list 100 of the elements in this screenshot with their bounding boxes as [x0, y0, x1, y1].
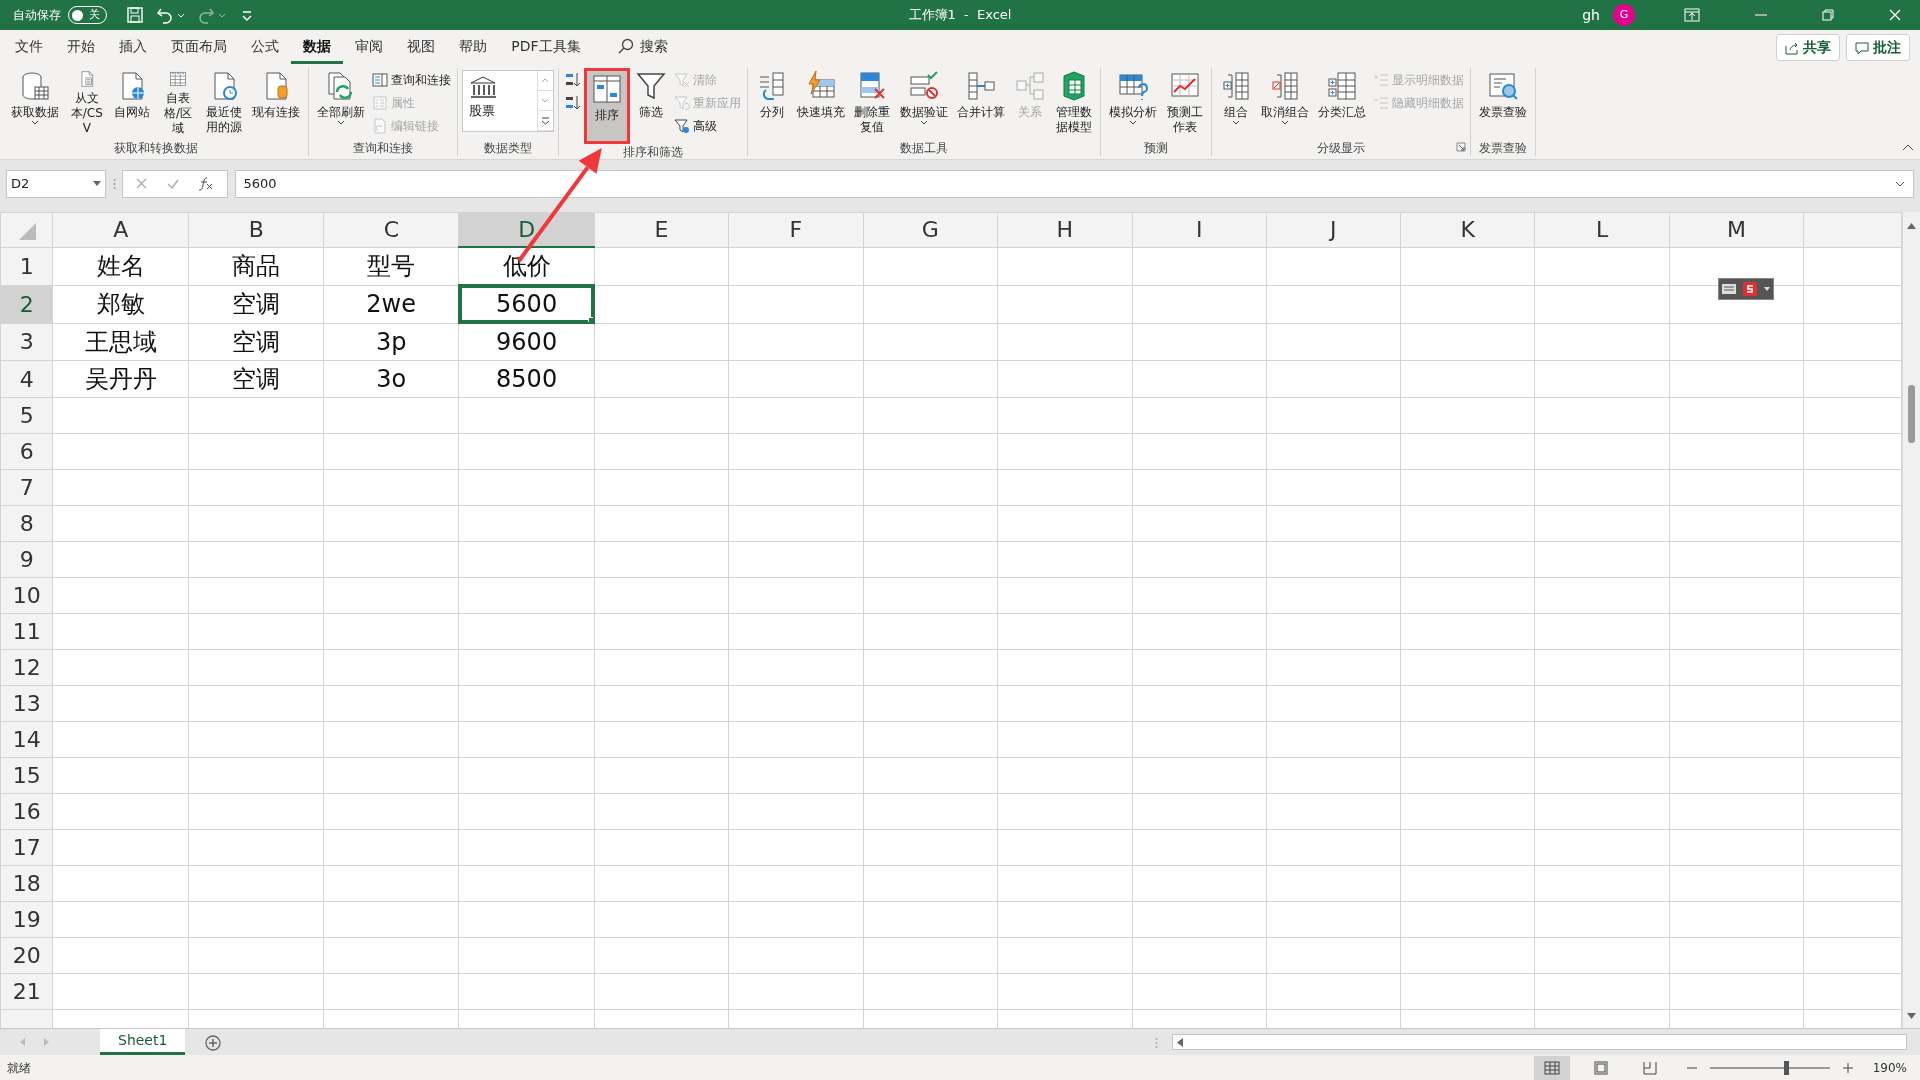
ribbon-button[interactable]: 发票查验 — [1475, 68, 1532, 138]
ribbon-tab[interactable]: 公式 — [239, 31, 292, 64]
column-header[interactable]: C — [323, 212, 459, 247]
column-header[interactable]: J — [1266, 212, 1401, 247]
ribbon-button[interactable]: 快速填充 — [792, 68, 849, 138]
table-cell[interactable]: 9600 — [458, 323, 595, 361]
row-header[interactable]: 14 — [0, 721, 53, 758]
ribbon-button[interactable]: 从文本/CSV — [64, 68, 110, 138]
column-header[interactable]: K — [1400, 212, 1535, 247]
comments-button[interactable]: 批注 — [1846, 34, 1911, 61]
column-header[interactable]: M — [1669, 212, 1804, 247]
row-header[interactable]: 12 — [0, 649, 53, 686]
table-cell[interactable]: 3o — [323, 360, 459, 398]
ribbon-button[interactable]: 自网站 — [110, 68, 155, 138]
ribbon-button[interactable]: 全部刷新 — [312, 68, 369, 138]
table-cell[interactable]: 郑敏 — [53, 285, 189, 323]
horizontal-scrollbar[interactable] — [1172, 1034, 1907, 1050]
ribbon-button[interactable]: 自表格/区域 — [155, 68, 201, 138]
column-header[interactable]: B — [188, 212, 324, 247]
ribbon-button[interactable]: 模拟分析 — [1105, 68, 1162, 138]
column-header[interactable]: L — [1534, 212, 1670, 247]
row-header[interactable]: 7 — [0, 469, 53, 506]
column-header[interactable]: A — [53, 212, 189, 247]
table-cell[interactable]: 空调 — [188, 285, 324, 323]
ribbon-button[interactable]: 数据验证 — [896, 68, 952, 138]
ribbon-tab[interactable]: 页面布局 — [159, 31, 240, 64]
row-header[interactable]: 3 — [0, 323, 53, 361]
ribbon-button[interactable]: 组合 — [1216, 68, 1257, 138]
row-header[interactable]: 20 — [0, 937, 53, 974]
ribbon-tab[interactable]: 文件 — [3, 31, 56, 64]
ribbon-button[interactable]: 删除重复值 — [849, 68, 895, 138]
ribbon-button[interactable]: 管理数据模型 — [1051, 68, 1097, 138]
ribbon-tab[interactable]: 审阅 — [343, 31, 396, 64]
ribbon-tab[interactable]: 开始 — [55, 31, 108, 64]
zoom-slider-thumb[interactable] — [1783, 1060, 1789, 1075]
column-header[interactable]: E — [594, 212, 729, 247]
formula-input[interactable]: 5600 — [234, 169, 1914, 198]
column-header[interactable]: D — [458, 212, 595, 247]
ribbon-button[interactable]: 查询和连接 — [369, 69, 453, 90]
gallery-item[interactable]: 股票 — [468, 101, 495, 121]
avatar[interactable]: G — [1613, 4, 1635, 26]
table-cell[interactable]: 空调 — [188, 360, 324, 398]
panel-icon — [371, 71, 388, 88]
sheet-tab[interactable]: Sheet1 — [100, 1029, 186, 1055]
row-header[interactable]: 4 — [0, 360, 53, 398]
floating-toolbar[interactable] — [1718, 278, 1774, 300]
row-header[interactable]: 6 — [0, 433, 53, 470]
table-cell[interactable]: 空调 — [188, 323, 324, 361]
row-header[interactable]: 18 — [0, 865, 53, 902]
ribbon-button[interactable]: 分类汇总 — [1314, 68, 1371, 138]
row-header[interactable]: 10 — [0, 577, 53, 614]
ribbon-button[interactable]: 取消组合 — [1257, 68, 1314, 138]
row-header[interactable]: 11 — [0, 613, 53, 650]
add-sheet-button[interactable] — [204, 1032, 221, 1052]
column-header[interactable]: I — [1132, 212, 1267, 247]
ribbon-tab[interactable]: 插入 — [107, 31, 160, 64]
ribbon-button[interactable]: 高级 — [671, 115, 743, 136]
scroll-thumb[interactable] — [1908, 384, 1916, 443]
ribbon-button[interactable]: 排序 — [586, 71, 627, 141]
column-header[interactable]: G — [863, 212, 998, 247]
column-header[interactable]: H — [997, 212, 1132, 247]
table-cell[interactable]: 吴丹丹 — [53, 360, 189, 398]
row-header[interactable]: 19 — [0, 901, 53, 938]
row-header[interactable]: 9 — [0, 541, 53, 578]
table-cell[interactable]: 王思域 — [53, 323, 189, 361]
ribbon-tab[interactable]: 帮助 — [447, 31, 500, 64]
table-cell[interactable]: 8500 — [458, 360, 595, 398]
ribbon-button[interactable]: 获取数据 — [7, 68, 64, 138]
ribbon-button[interactable]: 现有连接 — [247, 68, 304, 138]
row-header[interactable]: 17 — [0, 829, 53, 866]
row-header[interactable]: 16 — [0, 793, 53, 830]
row-header[interactable]: 13 — [0, 685, 53, 722]
row-header[interactable]: 21 — [0, 973, 53, 1010]
row-header[interactable]: 1 — [0, 247, 53, 285]
share-button[interactable]: 共享 — [1775, 34, 1840, 61]
ribbon-button[interactable]: 分列 — [751, 68, 792, 138]
column-header[interactable]: F — [728, 212, 864, 247]
table-cell[interactable]: 3p — [323, 323, 459, 361]
ribbon-button[interactable]: 合并计算 — [953, 68, 1009, 138]
table-cell[interactable]: 型号 — [323, 247, 459, 285]
search-button[interactable]: 搜索 — [605, 31, 681, 64]
row-header[interactable]: 8 — [0, 505, 53, 542]
row-header[interactable]: 5 — [0, 397, 53, 434]
data-type-gallery[interactable]: 股票 — [461, 70, 554, 132]
ribbon-tab[interactable]: PDF工具集 — [499, 31, 593, 64]
table-cell[interactable]: 姓名 — [53, 247, 189, 285]
ribbon-button[interactable]: 筛选 — [630, 68, 671, 138]
view-button[interactable] — [1533, 1055, 1570, 1080]
ribbon-button[interactable]: 预测工作表 — [1162, 68, 1208, 138]
search-icon — [617, 38, 634, 54]
table-cell[interactable]: 5600 — [458, 285, 595, 323]
row-header[interactable]: 15 — [0, 757, 53, 794]
grip-icon — [112, 177, 116, 190]
row-header[interactable]: 2 — [0, 285, 53, 323]
table-cell[interactable]: 商品 — [188, 247, 324, 285]
minus-icon — [1687, 1067, 1698, 1069]
ribbon-tab[interactable]: 视图 — [395, 31, 448, 64]
name-box[interactable]: D2 — [6, 169, 106, 198]
window-title: 工作簿1 - Excel — [908, 6, 1012, 25]
ribbon-button[interactable]: 最近使用的源 — [201, 68, 247, 138]
